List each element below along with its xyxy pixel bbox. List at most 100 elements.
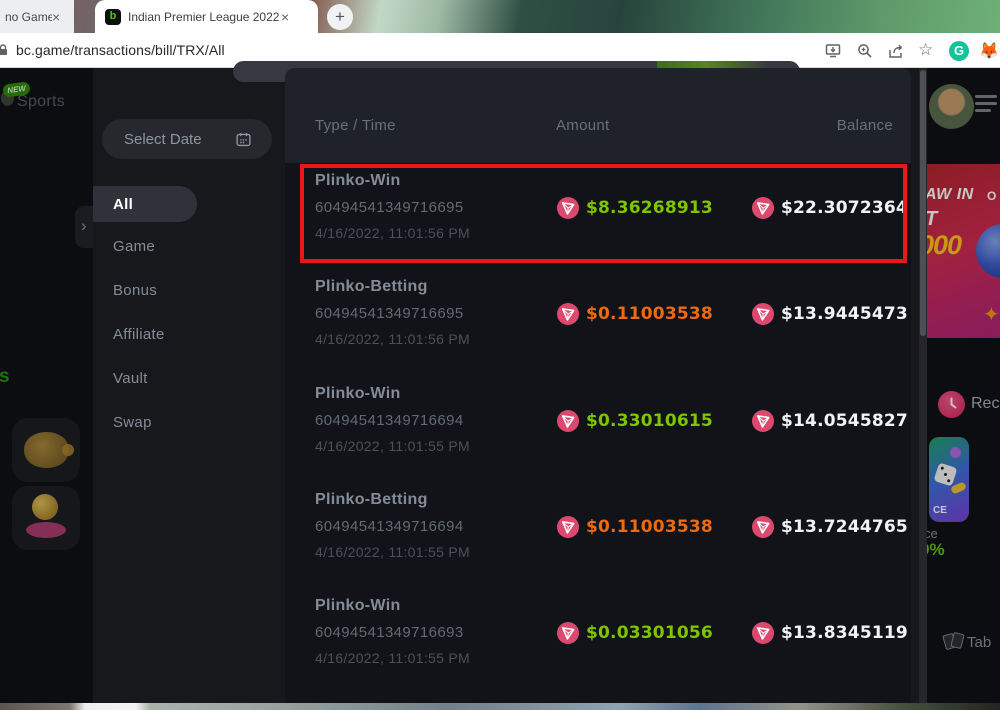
tx-time: 4/16/2022, 11:01:55 PM: [315, 544, 471, 560]
tx-balance-group: $13.8345119: [752, 622, 908, 644]
tx-balance-group: $22.3072364: [752, 197, 908, 219]
filter-tab-bonus[interactable]: Bonus: [113, 280, 157, 302]
tx-amount-group: $0.11003538: [557, 303, 713, 325]
banner-ball-icon: [976, 224, 1000, 278]
tx-time: 4/16/2022, 11:01:55 PM: [315, 438, 471, 454]
select-date-label: Select Date: [124, 130, 202, 148]
tx-type: Plinko-Betting: [315, 491, 428, 508]
piggy-snout: [62, 444, 74, 456]
trx-coin-icon: [752, 410, 774, 432]
tx-amount-group: $8.36268913: [557, 197, 713, 219]
site-right-edge: AW IN O T 000 ✦ Rec CE ce 9% Tab: [927, 68, 1000, 703]
user-avatar: [929, 84, 974, 129]
tx-amount: $0.11003538: [586, 304, 713, 324]
tab-casino-games[interactable]: no Games ×: [0, 0, 74, 33]
dice-caption-fragment: ce: [927, 526, 938, 541]
banner-text-fragment: O: [987, 189, 997, 203]
filter-tab-vault[interactable]: Vault: [113, 368, 148, 390]
tx-amount-group: $0.11003538: [557, 516, 713, 538]
banner-text-fragment: T: [927, 208, 937, 231]
column-header-type-time: Type / Time: [315, 117, 396, 134]
dice-game-tile: CE: [929, 437, 969, 522]
tx-amount: $0.33010615: [586, 411, 713, 431]
scrollbar-thumb[interactable]: [920, 70, 926, 336]
tx-balance: $13.9445473: [781, 304, 908, 324]
select-date-button[interactable]: Select Date: [102, 119, 272, 159]
grammarly-extension-icon[interactable]: G: [949, 41, 969, 61]
column-header-balance: Balance: [836, 117, 893, 134]
tx-type: Plinko-Win: [315, 597, 401, 614]
transaction-row[interactable]: Plinko-Betting 60494541349716695 4/16/20…: [285, 276, 911, 376]
tx-balance: $13.7244765: [781, 517, 908, 537]
filter-tab-game[interactable]: Game: [113, 236, 155, 258]
filter-tab-all[interactable]: All: [93, 186, 197, 222]
list-header-background: [285, 68, 911, 163]
banner-prize-number: 000: [927, 230, 962, 260]
tx-balance: $22.3072364: [781, 198, 908, 218]
tx-balance-group: $13.7244765: [752, 516, 908, 538]
transaction-row[interactable]: Plinko-Win 60494541349716694 4/16/2022, …: [285, 383, 911, 483]
coins-promo-tile: [12, 486, 80, 550]
table-games-cards-icon: [942, 631, 965, 652]
tx-id: 60494541349716694: [315, 412, 464, 429]
rtp-percentage: 9%: [927, 540, 945, 559]
tx-balance: $13.8345119: [781, 623, 908, 643]
trx-coin-icon: [752, 516, 774, 538]
tx-time: 4/16/2022, 11:01:56 PM: [315, 331, 471, 347]
bookmark-star-icon[interactable]: ☆: [918, 40, 933, 60]
save-page-icon[interactable]: [824, 42, 842, 60]
tab-title: no Games: [5, 9, 52, 24]
tx-time: 4/16/2022, 11:01:56 PM: [315, 225, 471, 241]
tx-balance: $14.0545827: [781, 411, 908, 431]
banner-text: AW IN: [927, 186, 974, 203]
close-tab-icon[interactable]: ×: [52, 10, 60, 24]
zoom-icon[interactable]: [856, 42, 874, 60]
trx-coin-icon: [557, 303, 579, 325]
vertical-scrollbar[interactable]: [919, 68, 927, 703]
share-icon[interactable]: [887, 42, 905, 60]
bonus-text-fragment: s: [0, 366, 10, 387]
transactions-panel: Type / Time Amount Balance Select Date A…: [93, 61, 919, 703]
trx-coin-icon: [752, 303, 774, 325]
transaction-row[interactable]: Plinko-Win 60494541349716693 4/16/2022, …: [285, 595, 911, 695]
tx-id: 60494541349716695: [315, 305, 464, 322]
tab-strip: no Games × b Indian Premier League 2022 …: [0, 0, 1000, 33]
page-content: NEW Sports › s Type / Time Amount Balanc…: [0, 61, 1000, 703]
tx-id: 60494541349716694: [315, 518, 464, 535]
filter-label: All: [113, 195, 134, 213]
tx-amount: $0.11003538: [586, 517, 713, 537]
url-input[interactable]: bc.game/transactions/bill/TRX/All: [16, 33, 225, 67]
tx-type: Plinko-Win: [315, 385, 401, 402]
taskbar-edge: [0, 703, 1000, 710]
trx-coin-icon: [752, 622, 774, 644]
tab-indian-premier-league[interactable]: b Indian Premier League 2022 - Fe ×: [95, 0, 318, 33]
transaction-row[interactable]: Plinko-Win 60494541349716695 4/16/2022, …: [285, 170, 911, 270]
sidebar-item-sports: Sports: [17, 93, 66, 110]
column-header-amount: Amount: [556, 117, 610, 134]
filter-tab-swap[interactable]: Swap: [113, 412, 152, 434]
trx-coin-icon: [557, 622, 579, 644]
tab-title: Indian Premier League 2022 - Fe: [128, 9, 281, 24]
dice-tile-label: CE: [933, 505, 947, 516]
close-tab-icon[interactable]: ×: [281, 10, 289, 24]
metamask-extension-icon[interactable]: 🦊: [979, 41, 999, 61]
site-left-sidebar: NEW Sports › s: [0, 68, 140, 703]
filter-tab-affiliate[interactable]: Affiliate: [113, 324, 165, 346]
tx-id: 60494541349716693: [315, 624, 464, 641]
tx-amount: $8.36268913: [586, 198, 713, 218]
tx-type: Plinko-Betting: [315, 278, 428, 295]
tx-id: 60494541349716695: [315, 199, 464, 216]
tx-amount-group: $0.03301056: [557, 622, 713, 644]
coin-base: [26, 522, 66, 538]
promo-banner: AW IN O T 000 ✦: [927, 164, 1000, 338]
dice-icon: [933, 462, 958, 487]
dice-ball: [950, 447, 961, 458]
trx-coin-icon: [557, 197, 579, 219]
tx-amount-group: $0.33010615: [557, 410, 713, 432]
calendar-icon: [236, 132, 251, 146]
bcgame-favicon-icon: b: [105, 8, 121, 25]
new-tab-button[interactable]: +: [327, 4, 353, 30]
sparkle-icon: ✦: [983, 304, 1000, 326]
recent-label: Rec: [971, 395, 1000, 412]
transaction-row[interactable]: Plinko-Betting 60494541349716694 4/16/20…: [285, 489, 911, 589]
